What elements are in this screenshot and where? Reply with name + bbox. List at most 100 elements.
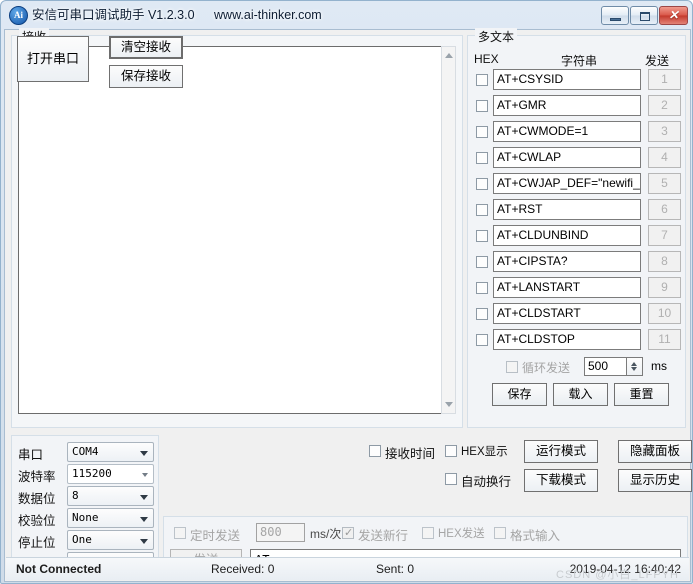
receive-textarea[interactable] xyxy=(18,46,445,414)
hex-send-checkbox[interactable] xyxy=(422,527,434,539)
port-combobox[interactable]: COM4 xyxy=(67,442,154,462)
send-slot-button[interactable]: 3 xyxy=(648,121,681,142)
hex-send-label: HEX发送 xyxy=(438,528,485,540)
clear-receive-button[interactable]: 清空接收 xyxy=(109,36,183,59)
hex-checkbox[interactable] xyxy=(476,204,488,216)
command-input[interactable]: AT+GMR xyxy=(493,95,641,116)
chevron-down-icon xyxy=(140,517,148,522)
run-mode-button[interactable]: 运行模式 xyxy=(524,440,598,463)
send-slot-button[interactable]: 4 xyxy=(648,147,681,168)
check-icon: ✓ xyxy=(344,527,354,539)
hex-checkbox[interactable] xyxy=(476,100,488,112)
minimize-button[interactable] xyxy=(601,6,629,25)
serial-row-databits: 数据位 8 xyxy=(18,486,154,507)
command-input[interactable]: AT+CLDSTART xyxy=(493,303,641,324)
serial-row-stopbits: 停止位 One xyxy=(18,530,154,551)
send-slot-button[interactable]: 7 xyxy=(648,225,681,246)
hex-checkbox[interactable] xyxy=(476,126,488,138)
loop-send-checkbox[interactable] xyxy=(506,361,518,373)
serial-row-port: 串口 COM4 xyxy=(18,442,154,463)
send-newline-checkbox[interactable]: ✓ xyxy=(342,527,354,539)
connection-status: Not Connected xyxy=(16,562,102,576)
open-port-button[interactable]: 打开串口 xyxy=(17,36,89,82)
load-button[interactable]: 载入 xyxy=(553,383,608,406)
send-newline-label: 发送新行 xyxy=(358,529,409,543)
download-mode-button[interactable]: 下载模式 xyxy=(524,469,598,492)
close-button[interactable]: ✕ xyxy=(659,6,688,25)
command-input[interactable]: AT+CWJAP_DEF="newifi_ xyxy=(493,173,641,194)
maximize-button[interactable] xyxy=(630,6,658,25)
loop-interval-spinner[interactable] xyxy=(627,357,643,376)
watermark: CSDN @小白_LFPYH xyxy=(556,569,679,581)
databits-combobox[interactable]: 8 xyxy=(67,486,154,506)
hex-checkbox[interactable] xyxy=(476,334,488,346)
scroll-up-icon[interactable] xyxy=(442,48,455,62)
save-button[interactable]: 保存 xyxy=(492,383,547,406)
hex-checkbox[interactable] xyxy=(476,74,488,86)
hex-display-checkbox[interactable] xyxy=(445,445,457,457)
reset-button[interactable]: 重置 xyxy=(614,383,669,406)
command-input[interactable]: AT+CIPSTA? xyxy=(493,251,641,272)
timed-send-checkbox[interactable] xyxy=(174,527,186,539)
command-input[interactable]: AT+CSYSID xyxy=(493,69,641,90)
send-slot-button[interactable]: 11 xyxy=(648,329,681,350)
command-input[interactable]: AT+CLDUNBIND xyxy=(493,225,641,246)
label-port: 串口 xyxy=(18,448,44,462)
command-input[interactable]: AT+LANSTART xyxy=(493,277,641,298)
loop-interval-unit: ms xyxy=(651,359,667,373)
hex-checkbox[interactable] xyxy=(476,308,488,320)
label-databits: 数据位 xyxy=(18,492,56,506)
window-title-text: 安信可串口调试助手 V1.2.3.0 xyxy=(32,8,195,22)
hex-checkbox[interactable] xyxy=(476,152,488,164)
receive-group: 接收 xyxy=(11,28,463,428)
multitext-row: AT+CWLAP 4 xyxy=(474,147,681,169)
receive-scrollbar[interactable] xyxy=(441,46,456,414)
multitext-row: AT+CWJAP_DEF="newifi_ 5 xyxy=(474,173,681,195)
save-receive-button[interactable]: 保存接收 xyxy=(109,65,183,88)
baudrate-combobox[interactable]: 115200 xyxy=(67,464,154,484)
multitext-row: AT+RST 6 xyxy=(474,199,681,221)
column-header-string: 字符串 xyxy=(561,54,598,68)
multitext-row: AT+CIPSTA? 8 xyxy=(474,251,681,273)
label-stopbits: 停止位 xyxy=(18,536,56,550)
auto-wrap-label: 自动换行 xyxy=(461,475,512,489)
send-slot-button[interactable]: 9 xyxy=(648,277,681,298)
command-input[interactable]: AT+CWLAP xyxy=(493,147,641,168)
hide-panel-button[interactable]: 隐藏面板 xyxy=(618,440,692,463)
send-slot-button[interactable]: 8 xyxy=(648,251,681,272)
parity-combobox[interactable]: None xyxy=(67,508,154,528)
multitext-row: AT+GMR 2 xyxy=(474,95,681,117)
timed-interval-input[interactable]: 800 xyxy=(256,523,305,542)
auto-wrap-checkbox[interactable] xyxy=(445,473,457,485)
stopbits-combobox[interactable]: One xyxy=(67,530,154,550)
send-slot-button[interactable]: 6 xyxy=(648,199,681,220)
multitext-group: 多文本 HEX 字符串 发送 AT+CSYSID 1 AT+GMR 2 AT+C… xyxy=(467,28,686,428)
app-icon: Ai xyxy=(9,6,28,25)
baudrate-value: 115200 xyxy=(72,467,112,480)
send-slot-button[interactable]: 2 xyxy=(648,95,681,116)
command-input[interactable]: AT+CLDSTOP xyxy=(493,329,641,350)
column-header-send: 发送 xyxy=(645,54,670,68)
serial-row-baud: 波特率 115200 xyxy=(18,464,154,485)
hex-checkbox[interactable] xyxy=(476,230,488,242)
databits-value: 8 xyxy=(72,489,79,502)
hex-checkbox[interactable] xyxy=(476,282,488,294)
hex-checkbox[interactable] xyxy=(476,256,488,268)
hex-checkbox[interactable] xyxy=(476,178,488,190)
multitext-row: AT+LANSTART 9 xyxy=(474,277,681,299)
stopbits-value: One xyxy=(72,533,92,546)
send-slot-button[interactable]: 5 xyxy=(648,173,681,194)
multitext-row: AT+CSYSID 1 xyxy=(474,69,681,91)
recv-time-checkbox[interactable] xyxy=(369,445,381,457)
scroll-down-icon[interactable] xyxy=(442,398,455,412)
show-history-button[interactable]: 显示历史 xyxy=(618,469,692,492)
command-input[interactable]: AT+CWMODE=1 xyxy=(493,121,641,142)
multitext-row: AT+CLDUNBIND 7 xyxy=(474,225,681,247)
loop-send-label: 循环发送 xyxy=(522,361,571,375)
loop-interval-input[interactable]: 500 xyxy=(584,357,627,376)
send-slot-button[interactable]: 1 xyxy=(648,69,681,90)
command-input[interactable]: AT+RST xyxy=(493,199,641,220)
format-input-checkbox[interactable] xyxy=(494,527,506,539)
port-value: COM4 xyxy=(72,445,99,458)
send-slot-button[interactable]: 10 xyxy=(648,303,681,324)
